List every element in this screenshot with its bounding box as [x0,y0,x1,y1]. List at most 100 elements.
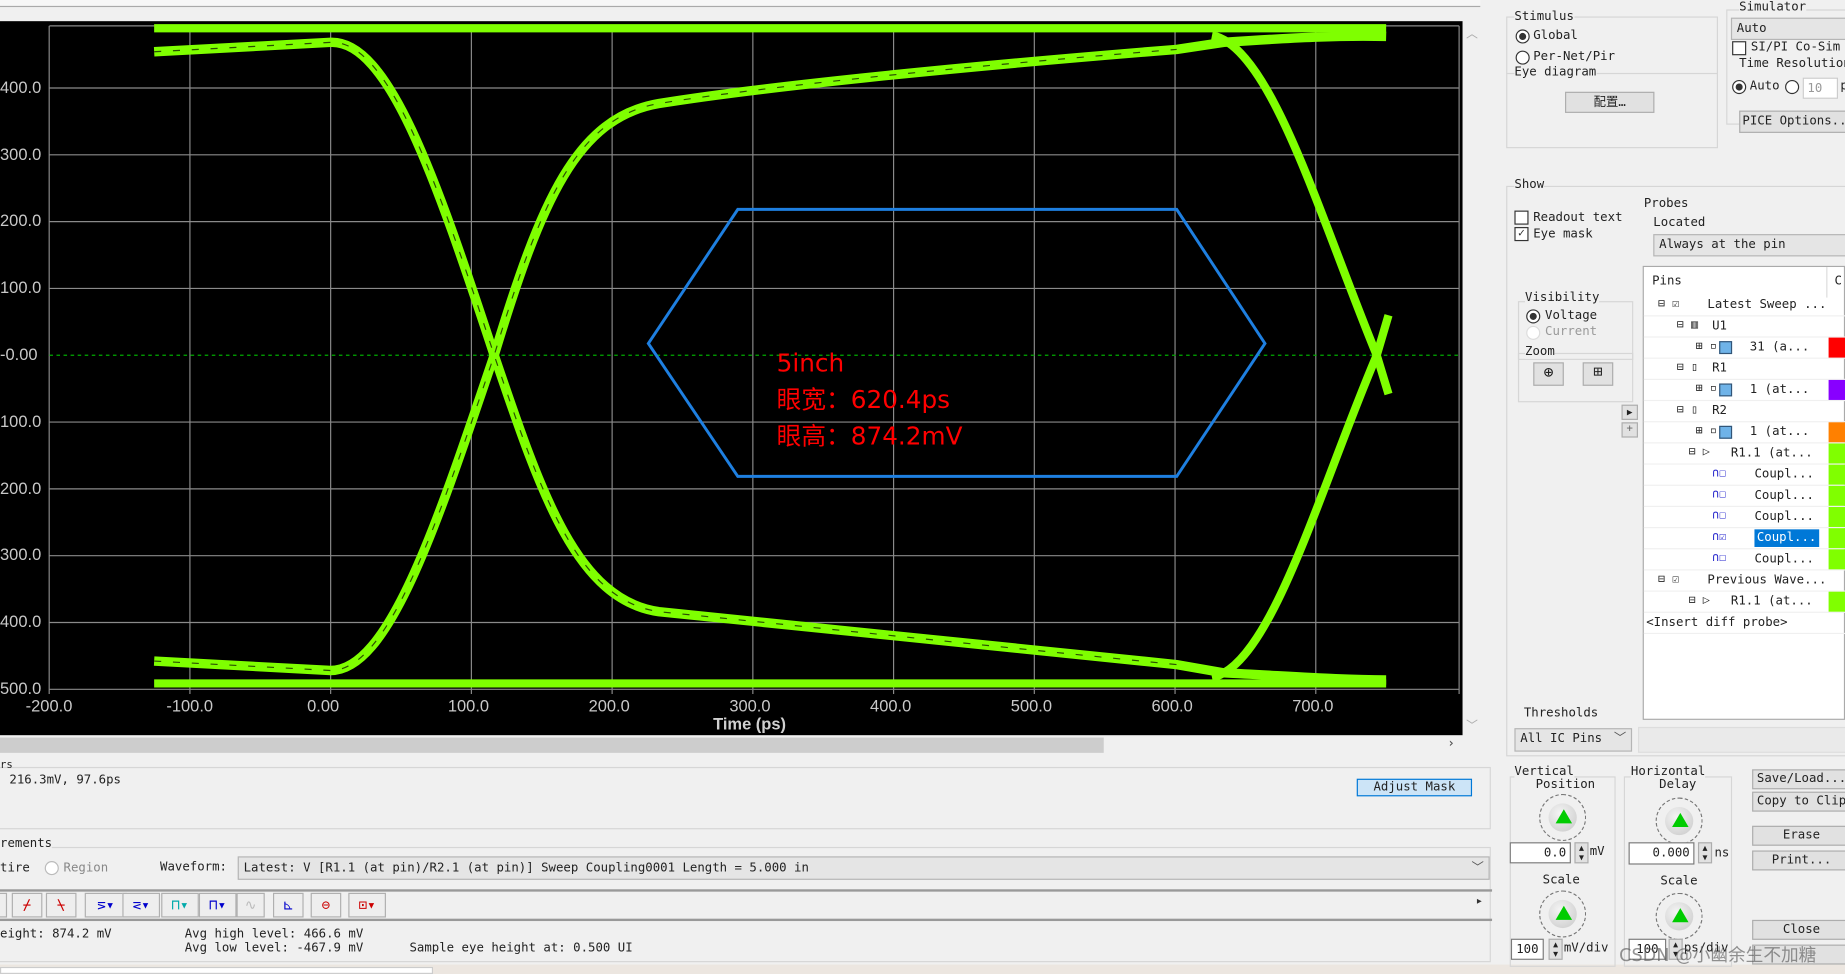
pin-icon[interactable]: ⊞ ▫ [1696,382,1717,395]
slew-rise-tool-icon[interactable]: ⋜▾ [122,892,161,918]
adjust-mask-button[interactable]: Adjust Mask [1356,778,1473,797]
pin-tree-row[interactable]: ⊟ ▥ U1 [1643,316,1845,338]
threshold-pin-select[interactable] [1637,726,1845,753]
print-button[interactable]: Print... [1752,850,1845,871]
pins-tree[interactable]: Pins C ⊟ ☑ Latest Sweep ... ⊟ ▥ U1 ⊞ ▫ 31 (a.… [1642,265,1845,720]
region-radio[interactable] [44,861,59,876]
waveform-icon[interactable]: ∩☐ [1712,509,1726,522]
color-swatch[interactable] [1828,422,1845,443]
pin-icon[interactable]: ⊞ ▫ [1696,425,1717,438]
horizontal-delay-input[interactable]: 0.000 [1628,842,1695,865]
expand-checkbox-icon[interactable]: ⊟ ☑ [1658,573,1679,586]
pin-tree-label[interactable]: R1.1 (at... [1731,594,1813,608]
copy-to-clipboard-button[interactable]: Copy to Clip [1752,791,1845,812]
color-swatch[interactable] [1828,464,1845,485]
add-icon[interactable]: + [1621,422,1638,438]
located-select[interactable]: Always at the pin [1653,234,1845,257]
probe-icon[interactable]: ⊟ ▷ [1689,594,1710,607]
horizontal-delay-spinner[interactable]: ▲ ▼ [1697,842,1713,864]
eye-plot[interactable]: 400.0 300.0 200.0 100.0 -0.00 100.0 200.0 300.0… [0,21,1463,736]
sipi-cosim-checkbox[interactable] [1732,41,1747,56]
pin-tree-row[interactable]: ⊞ ▫ 1 (at... [1643,422,1845,444]
pin-tree-row[interactable]: ∩☑ Coupl... [1643,528,1845,550]
waveform-icon[interactable]: ∩☑ [1712,531,1726,544]
rise-time-tool-icon[interactable]: ⌿ [11,892,43,918]
time-auto-radio[interactable] [1732,79,1747,95]
pin-tree-row[interactable]: ⊞ ▫ 31 (a... [1643,337,1845,359]
pin-tree-label[interactable]: 1 (at... [1750,382,1810,396]
time-resolution-input[interactable]: 10 [1802,77,1839,99]
period-tool-icon[interactable]: ⊓▾ [198,892,237,918]
vertical-scale-input[interactable]: 100 [1510,938,1544,960]
pin-tree-label[interactable]: Coupl... [1754,467,1814,481]
pin-tree-row[interactable]: ⊞ ▫ 1 (at... [1643,379,1845,402]
waveform-icon[interactable]: ∩☐ [1712,488,1726,501]
pin-tree-row[interactable]: ⊟ ☑ Previous Wave... [1643,571,1845,592]
slew-fall-tool-icon[interactable]: ⋝▾ [84,892,128,918]
chip-icon[interactable]: ⊟ ▥ [1677,319,1698,332]
probe-icon[interactable]: ⊟ ▷ [1689,446,1710,459]
color-swatch[interactable] [1828,337,1845,358]
pin-tree-label[interactable]: Latest Sweep ... [1707,298,1826,312]
thresholds-select[interactable]: All IC Pins ﹀ [1514,728,1633,752]
pin-tree-row[interactable]: ∩☐ Coupl... [1643,506,1845,529]
toolbar-scroll-right-icon[interactable]: ▸ [1476,894,1483,908]
scroll-right-icon[interactable]: › [1447,736,1454,750]
close-button[interactable]: Close [1752,919,1845,940]
horizontal-scale-knob[interactable] [1655,892,1703,940]
resistor-icon[interactable]: ⊟ ▯ [1677,361,1698,374]
pice-options-button[interactable]: PICE Options.. [1739,110,1845,133]
pin-tree-label[interactable]: R1 [1712,361,1727,375]
pin-tree-row[interactable]: ∩☐ Coupl... [1643,549,1845,571]
pin-tree-label[interactable]: Coupl... [1754,529,1819,547]
tool-partial-button[interactable] [0,892,8,918]
fall-time-tool-icon[interactable]: ⍀ [45,892,77,918]
vertical-position-spinner[interactable]: ▲ ▼ [1574,842,1589,864]
pin-tree-row[interactable]: ⊟ ▯ R1 [1643,359,1845,380]
waveform-icon[interactable]: ∩☐ [1712,467,1726,480]
pin-tree-label[interactable]: Coupl... [1754,488,1814,502]
pin-tree-label[interactable]: 31 (a... [1750,340,1810,354]
horizontal-delay-knob[interactable] [1655,797,1703,845]
eye-opening-tool-icon[interactable]: ⊡▾ [348,892,386,918]
pin-tree-label[interactable]: U1 [1712,319,1727,333]
pin-tree-row[interactable]: ∩☐ Coupl... [1643,464,1845,486]
zoom-in-icon[interactable]: ⊕ [1533,362,1564,386]
pulse-width-tool-icon[interactable]: ⊓▾ [161,892,199,918]
color-swatch[interactable] [1828,549,1845,570]
pin-icon[interactable]: ⊞ ▫ [1696,340,1717,353]
readout-text-checkbox[interactable] [1514,210,1529,225]
pin-tree-label[interactable]: Coupl... [1754,509,1814,523]
entire-radio-label[interactable]: tire [0,861,30,875]
pin-tree-row[interactable]: ⊟ ▷ R1.1 (at... [1643,591,1845,613]
vertical-position-knob[interactable] [1539,794,1587,842]
plot-vertical-scrollbar[interactable]: ︿ ﹀ [1462,21,1481,736]
vertical-scale-knob[interactable] [1539,890,1587,938]
voltage-radio[interactable] [1526,309,1541,324]
scroll-up-icon[interactable]: ︿ [1466,24,1478,41]
save-load-button[interactable]: Save/Load... [1752,769,1845,790]
pin-state-box[interactable] [1719,425,1733,439]
pin-tree-label[interactable]: Coupl... [1754,552,1814,566]
pin-tree-label[interactable]: R1.1 (at... [1731,446,1813,460]
color-swatch[interactable] [1828,506,1845,527]
pin-tree-label[interactable]: Previous Wave... [1707,573,1826,587]
color-swatch[interactable] [1828,485,1845,506]
pin-tree-label[interactable]: R2 [1712,403,1727,417]
pin-tree-row[interactable]: ∩☐ Coupl... [1643,485,1845,507]
erase-button[interactable]: Erase [1752,825,1845,846]
simulator-select[interactable]: Auto [1730,17,1845,40]
color-swatch[interactable] [1828,591,1845,612]
vertical-scale-spinner[interactable]: ▲ ▼ [1548,938,1563,960]
pin-tree-row[interactable]: <Insert diff probe> [1643,613,1845,635]
eye-mask-checkbox[interactable]: ✓ [1514,227,1529,242]
plot-horizontal-scrollbar[interactable]: › [0,736,1481,755]
expand-checkbox-icon[interactable]: ⊟ ☑ [1658,298,1679,311]
zoom-fit-icon[interactable]: ⊞ [1582,362,1614,386]
jitter-tool-icon[interactable]: ⊾ [272,892,304,918]
resistor-icon[interactable]: ⊟ ▯ [1677,403,1698,416]
pin-tree-row[interactable]: ⊟ ☑ Latest Sweep ... [1643,295,1845,317]
current-radio[interactable] [1526,325,1541,340]
color-swatch[interactable] [1828,443,1845,464]
region-radio-label[interactable]: Region [64,861,109,875]
